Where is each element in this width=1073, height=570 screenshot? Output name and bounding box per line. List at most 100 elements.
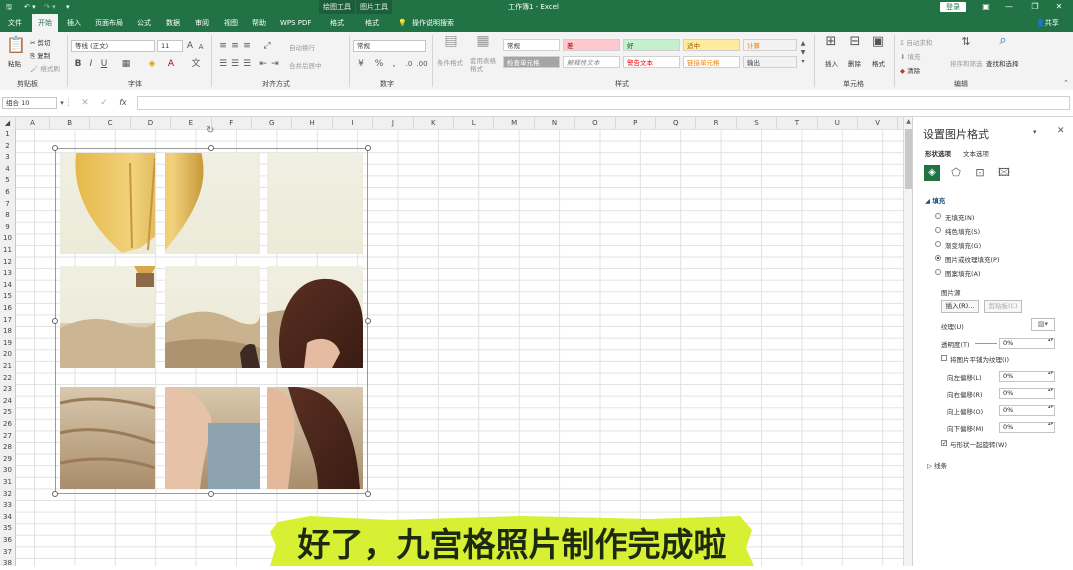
- row-header[interactable]: 16: [0, 303, 15, 315]
- row-header[interactable]: 36: [0, 535, 15, 547]
- column-header[interactable]: A: [16, 117, 50, 129]
- radio-gradient-fill[interactable]: [935, 241, 941, 247]
- row-header[interactable]: 22: [0, 373, 15, 385]
- resize-handle[interactable]: [52, 145, 58, 151]
- insert-cells-button[interactable]: 插入: [825, 58, 838, 68]
- resize-handle[interactable]: [208, 145, 214, 151]
- paste-icon[interactable]: 📋: [6, 36, 26, 56]
- sort-filter-icon[interactable]: ⇅: [958, 36, 974, 47]
- tab-data[interactable]: 数据: [166, 14, 180, 32]
- row-header[interactable]: 18: [0, 326, 15, 338]
- style-good[interactable]: 好: [623, 39, 680, 51]
- clipboard-button[interactable]: 剪贴板(C): [984, 300, 1022, 313]
- decrease-font-icon[interactable]: A: [196, 42, 206, 52]
- row-header[interactable]: 27: [0, 431, 15, 443]
- section-line[interactable]: ▷ 线条: [927, 460, 947, 470]
- style-neutral[interactable]: 适中: [683, 39, 740, 51]
- table-format-button[interactable]: 套用表格格式: [470, 57, 498, 73]
- percent-icon[interactable]: %: [373, 59, 385, 69]
- row-header[interactable]: 14: [0, 280, 15, 292]
- style-output[interactable]: 输出: [743, 56, 797, 68]
- column-header[interactable]: B: [50, 117, 91, 129]
- style-linked-cell[interactable]: 链接单元格: [683, 56, 740, 68]
- tab-review[interactable]: 审阅: [195, 14, 209, 32]
- row-header[interactable]: 19: [0, 338, 15, 350]
- phonetic-icon[interactable]: 文: [190, 59, 202, 69]
- row-header[interactable]: 29: [0, 454, 15, 466]
- column-header[interactable]: I: [333, 117, 374, 129]
- table-format-icon[interactable]: ▦: [474, 34, 492, 54]
- style-explanatory[interactable]: 解释性文本: [563, 56, 620, 68]
- tab-page-layout[interactable]: 页面布局: [95, 14, 123, 32]
- format-painter-button[interactable]: 🖌 格式刷: [30, 63, 60, 73]
- row-header[interactable]: 35: [0, 523, 15, 535]
- row-header[interactable]: 7: [0, 199, 15, 211]
- row-header[interactable]: 12: [0, 257, 15, 269]
- align-center-icon[interactable]: ☰: [230, 59, 240, 69]
- resize-handle[interactable]: [52, 491, 58, 497]
- autosum-button[interactable]: Σ 自动求和: [900, 37, 932, 47]
- select-all-corner[interactable]: ◢: [0, 117, 16, 129]
- column-header[interactable]: Q: [656, 117, 697, 129]
- row-header[interactable]: 5: [0, 175, 15, 187]
- clear-button[interactable]: ◆ 清除: [900, 65, 920, 75]
- resize-handle[interactable]: [52, 318, 58, 324]
- row-header[interactable]: 37: [0, 547, 15, 559]
- tab-file[interactable]: 文件: [8, 14, 22, 32]
- column-header[interactable]: J: [373, 117, 414, 129]
- row-header[interactable]: 8: [0, 210, 15, 222]
- style-calculation[interactable]: 计算: [743, 39, 797, 51]
- fill-button[interactable]: ⬇ 填充: [900, 51, 921, 61]
- tab-text-options[interactable]: 文本选项: [963, 148, 989, 158]
- increase-font-icon[interactable]: A: [185, 41, 195, 51]
- row-header[interactable]: 15: [0, 291, 15, 303]
- radio-pattern-fill[interactable]: [935, 269, 941, 275]
- styles-scroll-icon[interactable]: ▲ ▼ ▾: [799, 39, 807, 66]
- paste-button[interactable]: 粘贴: [8, 58, 21, 68]
- tile-picture-checkbox[interactable]: [941, 355, 947, 361]
- row-header[interactable]: 3: [0, 152, 15, 164]
- undo-icon[interactable]: ↶ ▾: [24, 0, 36, 14]
- style-check-cell[interactable]: 检查单元格: [503, 56, 560, 68]
- pane-options-dropdown-icon[interactable]: ▾: [1033, 128, 1037, 136]
- transparency-input[interactable]: 0%: [999, 338, 1055, 349]
- rotate-handle-icon[interactable]: ↻: [206, 126, 216, 136]
- increase-decimal-icon[interactable]: .0: [403, 59, 415, 69]
- row-header[interactable]: 10: [0, 233, 15, 245]
- tab-wps-pdf[interactable]: WPS PDF: [280, 14, 311, 32]
- wrap-text-button[interactable]: 自动换行: [289, 42, 315, 52]
- fill-line-icon[interactable]: ◈: [924, 165, 940, 181]
- copy-button[interactable]: ⎘ 复制: [30, 50, 50, 61]
- row-header[interactable]: 2: [0, 141, 15, 153]
- offset-bottom-input[interactable]: 0%: [999, 422, 1055, 433]
- tab-view[interactable]: 视图: [224, 14, 238, 32]
- row-header[interactable]: 21: [0, 361, 15, 373]
- confirm-entry-icon[interactable]: ✓: [99, 98, 109, 108]
- radio-picture-fill[interactable]: [935, 255, 941, 261]
- format-cells-icon[interactable]: ▣: [870, 35, 886, 48]
- font-size-select[interactable]: 11: [157, 40, 183, 52]
- increase-indent-icon[interactable]: ⇥: [270, 59, 280, 69]
- tab-help[interactable]: 帮助: [252, 14, 266, 32]
- rotate-with-shape-checkbox[interactable]: ✓: [941, 440, 947, 447]
- tab-home[interactable]: 开始: [32, 14, 58, 32]
- tab-shape-format[interactable]: 格式: [330, 14, 344, 32]
- tab-formulas[interactable]: 公式: [137, 14, 151, 32]
- column-header[interactable]: K: [414, 117, 454, 129]
- offset-top-input[interactable]: 0%: [999, 405, 1055, 416]
- align-bottom-icon[interactable]: ≡: [242, 41, 252, 51]
- column-header[interactable]: R: [696, 117, 737, 129]
- close-icon[interactable]: ✕: [1048, 0, 1070, 14]
- align-middle-icon[interactable]: ≡: [230, 41, 240, 51]
- column-header[interactable]: U: [818, 117, 858, 129]
- insert-cells-icon[interactable]: ⊞: [823, 35, 839, 48]
- underline-icon[interactable]: U: [99, 59, 109, 69]
- comma-icon[interactable]: ,: [388, 59, 400, 69]
- font-color-icon[interactable]: A: [165, 59, 177, 69]
- section-fill[interactable]: ◢ 填充: [925, 195, 945, 205]
- format-cells-button[interactable]: 格式: [872, 58, 885, 68]
- share-button[interactable]: 👤共享: [1036, 14, 1059, 32]
- row-header[interactable]: 13: [0, 268, 15, 280]
- pane-close-icon[interactable]: ✕: [1057, 126, 1065, 136]
- sort-filter-button[interactable]: 排序和筛选: [950, 58, 983, 68]
